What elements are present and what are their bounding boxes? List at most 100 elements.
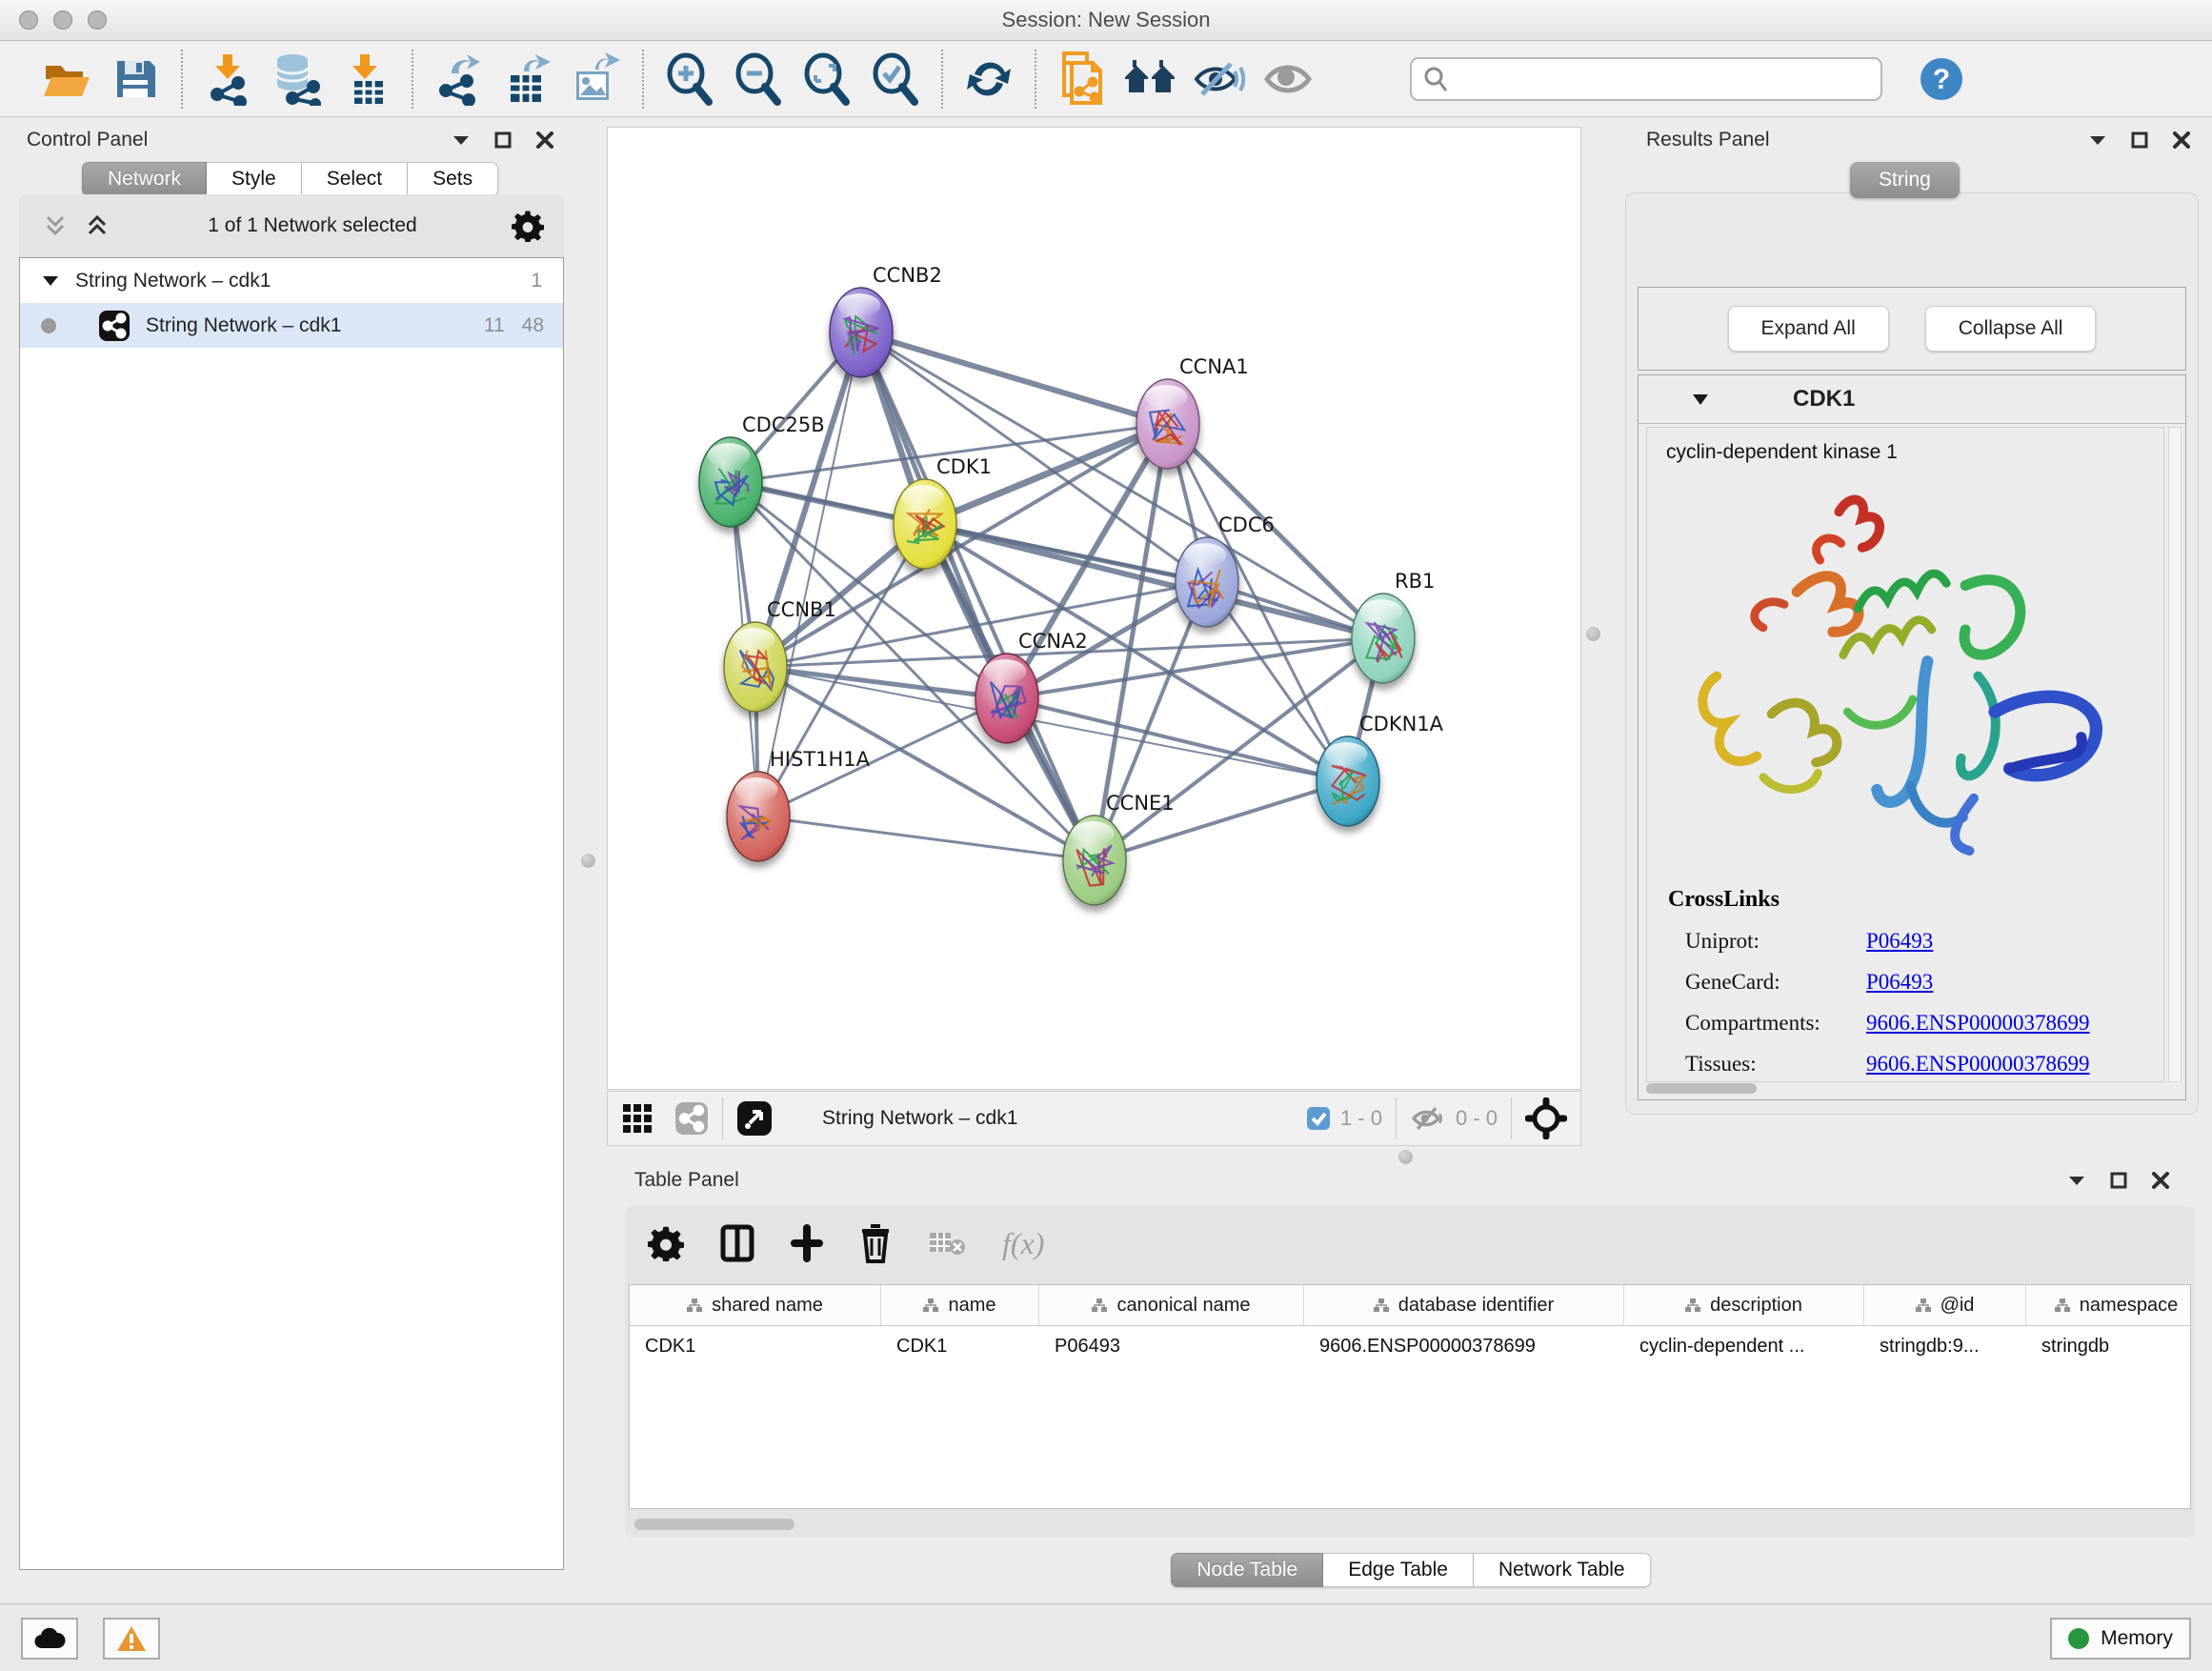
import-network-from-database-button[interactable] (263, 48, 332, 111)
table-horizontal-scrollbar[interactable] (629, 1517, 2191, 1532)
splitter-handle[interactable] (581, 854, 595, 868)
panel-close-button[interactable] (2161, 126, 2202, 154)
tab-network[interactable]: Network (82, 162, 207, 196)
function-builder-button[interactable]: f(x) (1002, 1226, 1044, 1261)
delete-column-button[interactable] (859, 1223, 892, 1263)
network-edge[interactable] (861, 332, 1168, 424)
network-node-CDKN1A[interactable]: CDKN1A (1317, 713, 1444, 826)
network-collection-row[interactable]: String Network – cdk1 1 (20, 258, 563, 303)
crosslink-link[interactable]: 9606.ENSP00000378699 (1866, 1052, 2090, 1077)
network-share-view-button[interactable] (674, 1101, 709, 1136)
zoom-in-button[interactable] (655, 48, 724, 111)
results-vertical-scrollbar[interactable] (2168, 427, 2182, 1082)
splitter-handle[interactable] (1586, 627, 1600, 641)
network-from-clipboard-button[interactable] (1048, 48, 1116, 111)
locate-network-button[interactable] (1525, 1097, 1567, 1139)
column-header-sharedname[interactable]: shared name (630, 1285, 881, 1325)
tab-node-table[interactable]: Node Table (1171, 1553, 1323, 1587)
tab-select[interactable]: Select (302, 162, 408, 196)
expand-all-button[interactable]: Expand All (1728, 306, 1889, 352)
grid-mode-button[interactable] (621, 1102, 654, 1135)
table-cell[interactable]: CDK1 (881, 1326, 1039, 1366)
column-header-description[interactable]: description (1624, 1285, 1864, 1325)
network-canvas[interactable]: CCNB2CCNA1CDC25BCDK1CDC6RB1CCNB1CCNA2CDK… (608, 128, 1580, 1089)
panel-menu-button[interactable] (2077, 126, 2119, 154)
table-cell[interactable]: CDK1 (630, 1326, 881, 1366)
column-header-canonicalname[interactable]: canonical name (1039, 1285, 1304, 1325)
current-network-indicator (41, 318, 56, 333)
network-row[interactable]: String Network – cdk1 11 48 (20, 303, 563, 348)
network-edge[interactable] (758, 816, 1095, 860)
column-header-databaseidentifier[interactable]: database identifier (1304, 1285, 1624, 1325)
birds-eye-view-button[interactable] (736, 1100, 773, 1137)
save-session-button[interactable] (101, 48, 170, 111)
table-cell[interactable]: cyclin-dependent ... (1624, 1326, 1864, 1366)
splitter-handle[interactable] (1398, 1150, 1413, 1164)
delete-table-button[interactable] (928, 1229, 966, 1258)
import-network-icon (206, 52, 251, 106)
panel-float-button[interactable] (482, 126, 524, 154)
zoom-out-icon (734, 52, 783, 106)
open-session-button[interactable] (32, 48, 101, 111)
crosslink-link[interactable]: 9606.ENSP00000378699 (1866, 1011, 2090, 1036)
export-network-button[interactable] (425, 48, 493, 111)
show-all-button[interactable] (1254, 48, 1322, 111)
tab-style[interactable]: Style (207, 162, 302, 196)
crosslink-link[interactable]: P06493 (1866, 970, 1933, 995)
panel-close-button[interactable] (2140, 1166, 2182, 1195)
import-table-button[interactable] (332, 48, 400, 111)
tab-sets[interactable]: Sets (408, 162, 498, 196)
column-tree-icon (687, 1298, 702, 1313)
collapse-all-button[interactable]: Collapse All (1925, 306, 2097, 352)
hide-selected-button[interactable] (1185, 48, 1254, 111)
results-tab-string[interactable]: String (1850, 162, 1960, 198)
create-column-button[interactable] (791, 1224, 823, 1262)
panel-menu-button[interactable] (2056, 1166, 2098, 1195)
column-header-name[interactable]: name (881, 1285, 1039, 1325)
search-input[interactable] (1448, 67, 1869, 91)
network-options-gear-button[interactable] (507, 211, 549, 240)
export-table-button[interactable] (493, 48, 562, 111)
first-neighbors-button[interactable] (1116, 48, 1185, 111)
network-edge[interactable] (755, 667, 1007, 698)
zoom-out-button[interactable] (724, 48, 793, 111)
expand-all-networks-button[interactable] (76, 211, 118, 240)
table-cell[interactable]: stringdb (2026, 1326, 2191, 1366)
column-header-id[interactable]: @id (1864, 1285, 2026, 1325)
cloud-status-button[interactable] (21, 1618, 78, 1660)
zoom-fit-button[interactable] (793, 48, 861, 111)
tab-network-table[interactable]: Network Table (1474, 1553, 1651, 1587)
results-horizontal-scrollbar[interactable] (1646, 1083, 1757, 1094)
export-image-button[interactable] (562, 48, 631, 111)
network-node-CCNA1[interactable]: CCNA1 (1136, 355, 1249, 469)
node-gloss-highlight (1184, 543, 1227, 567)
table-row[interactable]: CDK1CDK1P064939606.ENSP00000378699cyclin… (630, 1326, 2190, 1366)
table-cell[interactable]: 9606.ENSP00000378699 (1304, 1326, 1624, 1366)
panel-float-button[interactable] (2119, 126, 2161, 154)
crosslink-link[interactable]: P06493 (1866, 929, 1933, 954)
help-button[interactable]: ? (1907, 48, 1976, 111)
column-header-namespace[interactable]: namespace (2026, 1285, 2191, 1325)
tab-edge-table[interactable]: Edge Table (1323, 1553, 1474, 1587)
apply-layout-button[interactable] (955, 48, 1023, 111)
control-panel-title: Control Panel (27, 129, 148, 151)
show-columns-button[interactable] (720, 1224, 754, 1262)
warnings-button[interactable] (103, 1618, 160, 1660)
network-node-HIST1H1A[interactable]: HIST1H1A (727, 748, 871, 861)
panel-close-button[interactable] (524, 126, 566, 154)
memory-button[interactable]: Memory (2050, 1618, 2191, 1660)
table-cell[interactable]: stringdb:9... (1864, 1326, 2026, 1366)
zoom-selected-button[interactable] (861, 48, 930, 111)
gene-section-header[interactable]: CDK1 (1639, 375, 2185, 424)
network-edge[interactable] (758, 332, 861, 816)
table-cell[interactable]: P06493 (1039, 1326, 1304, 1366)
network-edge[interactable] (861, 332, 1095, 860)
network-node-CCNB2[interactable]: CCNB2 (830, 264, 942, 377)
collapse-all-networks-button[interactable] (34, 211, 76, 240)
import-network-button[interactable] (194, 48, 263, 111)
panel-menu-button[interactable] (440, 126, 482, 154)
panel-float-button[interactable] (2098, 1166, 2140, 1195)
network-node-RB1[interactable]: RB1 (1352, 570, 1435, 683)
table-options-gear-button[interactable] (648, 1225, 684, 1261)
network-node-CCNE1[interactable]: CCNE1 (1063, 792, 1175, 905)
